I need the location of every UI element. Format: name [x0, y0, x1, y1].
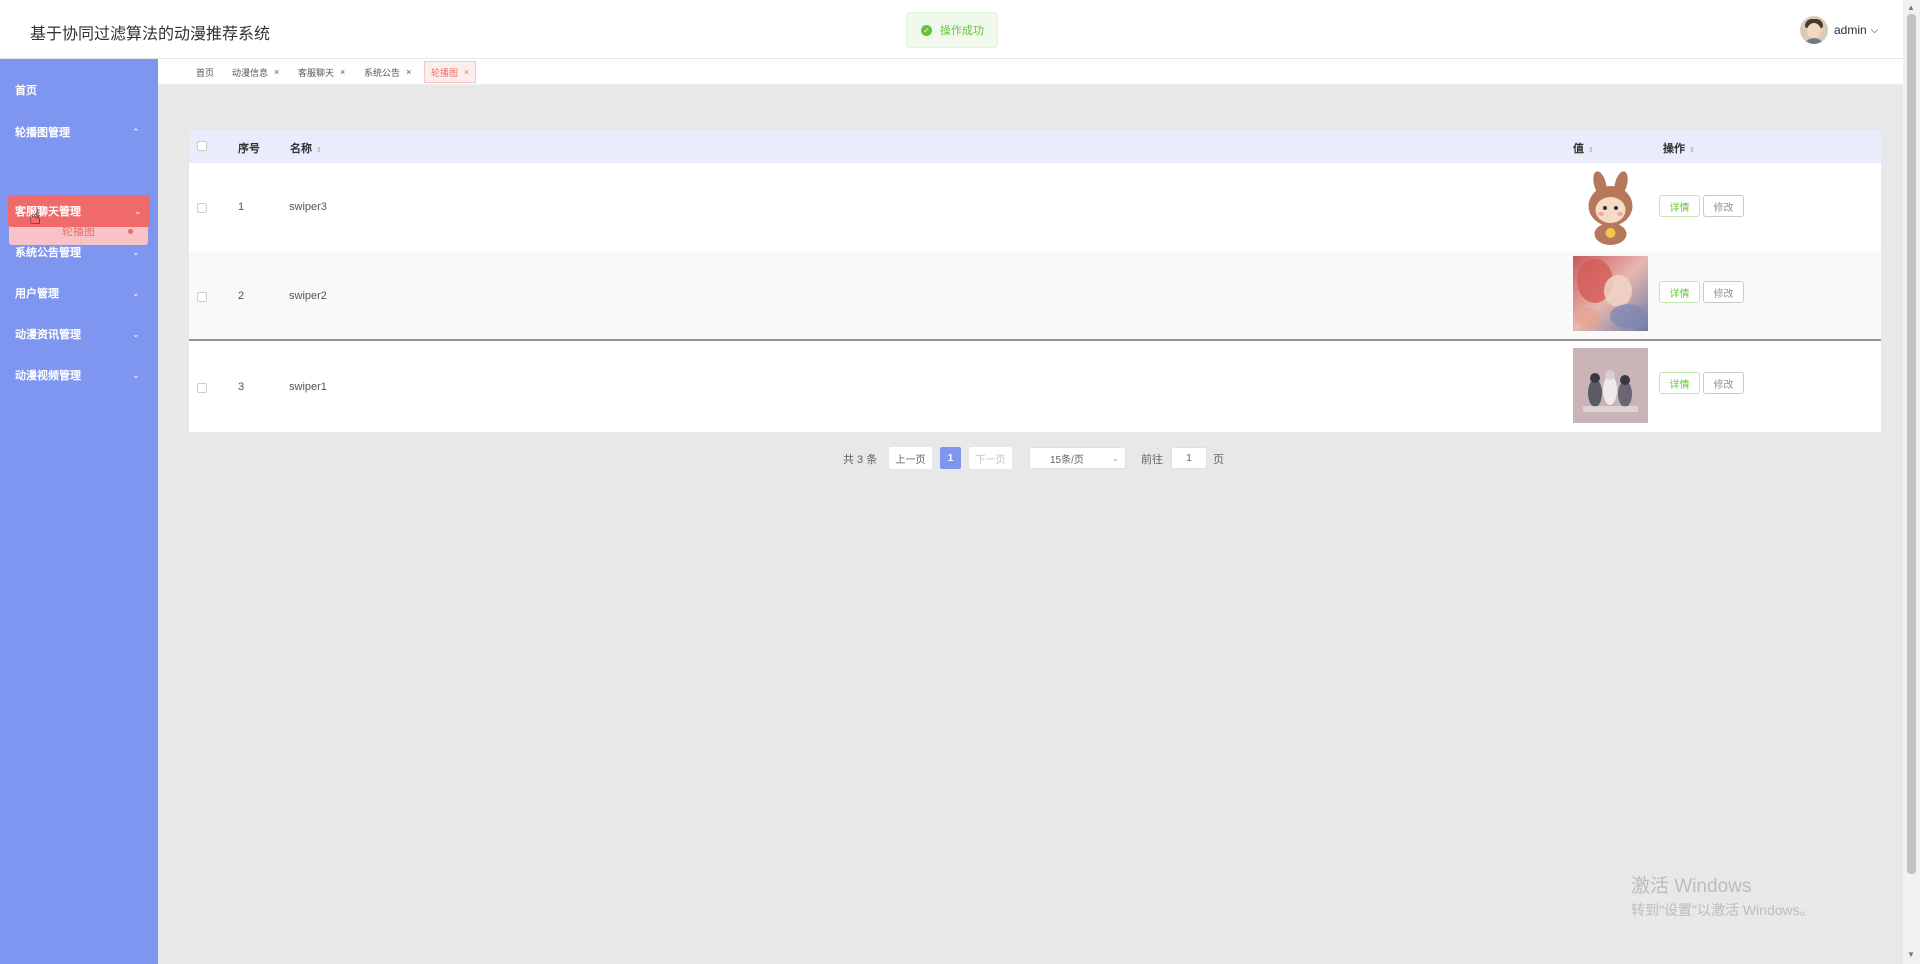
header-value[interactable]: 值 ⇕	[1573, 140, 1594, 156]
chevron-down-icon: ⌄	[134, 205, 142, 216]
sidebar-item-notice-management[interactable]: 系统公告管理 ⌄	[0, 236, 158, 268]
windows-watermark-subtitle: 转到"设置"以激活 Windows。	[1631, 902, 1814, 918]
tab-label: 系统公告	[364, 67, 401, 78]
chevron-down-icon: ⌄	[1112, 453, 1119, 463]
edit-button[interactable]: 修改	[1703, 195, 1744, 217]
sidebar-item-label: 用户管理	[15, 288, 59, 300]
goto-page-input[interactable]: 1	[1171, 447, 1207, 469]
header-action[interactable]: 操作 ⇕	[1663, 140, 1695, 156]
tab-notice[interactable]: 系统公告 ×	[362, 61, 413, 83]
top-header: 基于协同过滤算法的动漫推荐系统 ✓ 操作成功 admin ⌵	[0, 0, 1903, 59]
row-index: 2	[238, 290, 245, 302]
table-header: 序号 名称 ⇕ 值 ⇕ 操作 ⇕	[189, 130, 1881, 163]
row-index: 1	[238, 201, 245, 213]
page-size-value: 15条/页	[1050, 454, 1084, 466]
avatar[interactable]	[1800, 16, 1828, 44]
sort-icon[interactable]: ⇕	[1689, 147, 1695, 154]
close-icon[interactable]: ×	[464, 67, 469, 77]
edit-button[interactable]: 修改	[1703, 281, 1744, 303]
sort-icon[interactable]: ⇕	[1588, 147, 1594, 154]
sidebar-item-news-management[interactable]: 动漫资讯管理 ⌄	[0, 318, 158, 350]
page-suffix: 页	[1213, 454, 1224, 466]
close-icon[interactable]: ×	[406, 67, 411, 77]
scroll-up-arrow-icon[interactable]: ▲	[1907, 3, 1915, 12]
row-checkbox[interactable]	[197, 383, 207, 393]
edit-button[interactable]: 修改	[1703, 372, 1744, 394]
header-index: 序号	[238, 143, 260, 155]
row-name: swiper2	[289, 290, 327, 302]
next-page-button[interactable]: 下一页	[969, 447, 1012, 469]
row-checkbox[interactable]	[197, 292, 207, 302]
detail-button[interactable]: 详情	[1659, 281, 1700, 303]
sidebar-item-label: 首页	[15, 85, 37, 97]
tab-home[interactable]: 首页	[194, 61, 216, 83]
chevron-down-icon[interactable]: ⌵	[1871, 25, 1879, 36]
tab-swiper[interactable]: 轮播图 ×	[424, 61, 477, 83]
sidebar-item-label: 动漫视频管理	[15, 370, 81, 382]
chevron-down-icon: ⌄	[132, 369, 140, 380]
prev-page-button[interactable]: 上一页	[889, 447, 932, 469]
detail-button[interactable]: 详情	[1659, 372, 1700, 394]
row-checkbox[interactable]	[197, 203, 207, 213]
select-all-checkbox[interactable]	[197, 141, 207, 151]
sidebar-item-video-management[interactable]: 动漫视频管理 ⌄	[0, 359, 158, 391]
table-row: 3 swiper1 详情 修改	[189, 343, 1881, 432]
app-title: 基于协同过滤算法的动漫推荐系统	[30, 26, 271, 43]
tab-label: 动漫信息	[232, 67, 269, 78]
close-icon[interactable]: ×	[274, 67, 279, 77]
chevron-up-icon: ⌃	[132, 126, 140, 137]
sidebar-item-swiper-management[interactable]: 轮播图管理 ⌃	[0, 116, 158, 148]
tab-bar: 首页 动漫信息 × 客服聊天 × 系统公告 × 轮播图 ×	[158, 59, 1903, 85]
header-action-label: 操作	[1663, 143, 1685, 155]
sidebar-item-label: 动漫资讯管理	[15, 329, 81, 341]
vertical-scrollbar[interactable]: ▲ ▼	[1903, 0, 1920, 964]
row-name: swiper1	[289, 381, 327, 393]
sidebar-item-label: 系统公告管理	[15, 247, 81, 259]
tab-anime-info[interactable]: 动漫信息 ×	[230, 61, 281, 83]
pagination-total: 共 3 条	[843, 454, 878, 466]
sidebar-item-user-management[interactable]: 用户管理 ⌄	[0, 277, 158, 309]
page-size-select[interactable]: 15条/页 ⌄	[1029, 447, 1126, 469]
thumbnail-image[interactable]	[1573, 348, 1648, 423]
table-row: 1 swiper3 详情 修改	[189, 163, 1881, 252]
chevron-down-icon: ⌄	[132, 246, 140, 257]
scrollbar-thumb[interactable]	[1907, 14, 1916, 874]
tab-label: 客服聊天	[298, 67, 335, 78]
goto-label: 前往	[1141, 454, 1163, 466]
page-number-button[interactable]: 1	[940, 447, 961, 469]
thumbnail-image[interactable]	[1573, 256, 1648, 331]
success-toast: ✓ 操作成功	[906, 12, 998, 48]
tab-label: 轮播图	[431, 67, 459, 78]
detail-button[interactable]: 详情	[1659, 195, 1700, 217]
sidebar-item-label: 轮播图管理	[15, 127, 70, 139]
user-menu[interactable]: admin ⌵	[1800, 16, 1878, 44]
active-dot-icon	[128, 228, 133, 234]
sidebar-item-home[interactable]: 首页	[0, 74, 158, 106]
header-name[interactable]: 名称 ⇕	[290, 140, 322, 156]
toast-message: 操作成功	[940, 25, 984, 37]
row-name: swiper3	[289, 201, 327, 213]
tab-chat[interactable]: 客服聊天 ×	[296, 61, 347, 83]
close-icon[interactable]: ×	[340, 67, 345, 77]
chevron-down-icon: ⌄	[132, 287, 140, 298]
chevron-down-icon: ⌄	[132, 328, 140, 339]
windows-watermark-title: 激活 Windows	[1631, 876, 1752, 897]
user-name[interactable]: admin	[1834, 23, 1867, 37]
sort-icon[interactable]: ⇕	[316, 147, 322, 154]
check-circle-icon: ✓	[921, 24, 932, 36]
tab-label: 首页	[196, 67, 215, 78]
swiper-table: 序号 名称 ⇕ 值 ⇕ 操作 ⇕ 1 swiper3 详情 修改 2 swipe…	[189, 130, 1881, 432]
sidebar: 首页 轮播图管理 ⌃ 轮播图 客服聊天管理 ⌄ 系统公告管理 ⌄ 用户管理 ⌄ …	[0, 59, 158, 964]
hand-cursor-icon: ☝	[29, 207, 42, 229]
scroll-down-arrow-icon[interactable]: ▼	[1907, 950, 1915, 959]
sidebar-item-label: 客服聊天管理	[15, 206, 81, 218]
header-value-label: 值	[1573, 143, 1584, 155]
thumbnail-image[interactable]	[1573, 170, 1648, 245]
row-index: 3	[238, 381, 245, 393]
table-row: 2 swiper2 详情 修改	[189, 252, 1881, 341]
header-name-label: 名称	[290, 143, 312, 155]
